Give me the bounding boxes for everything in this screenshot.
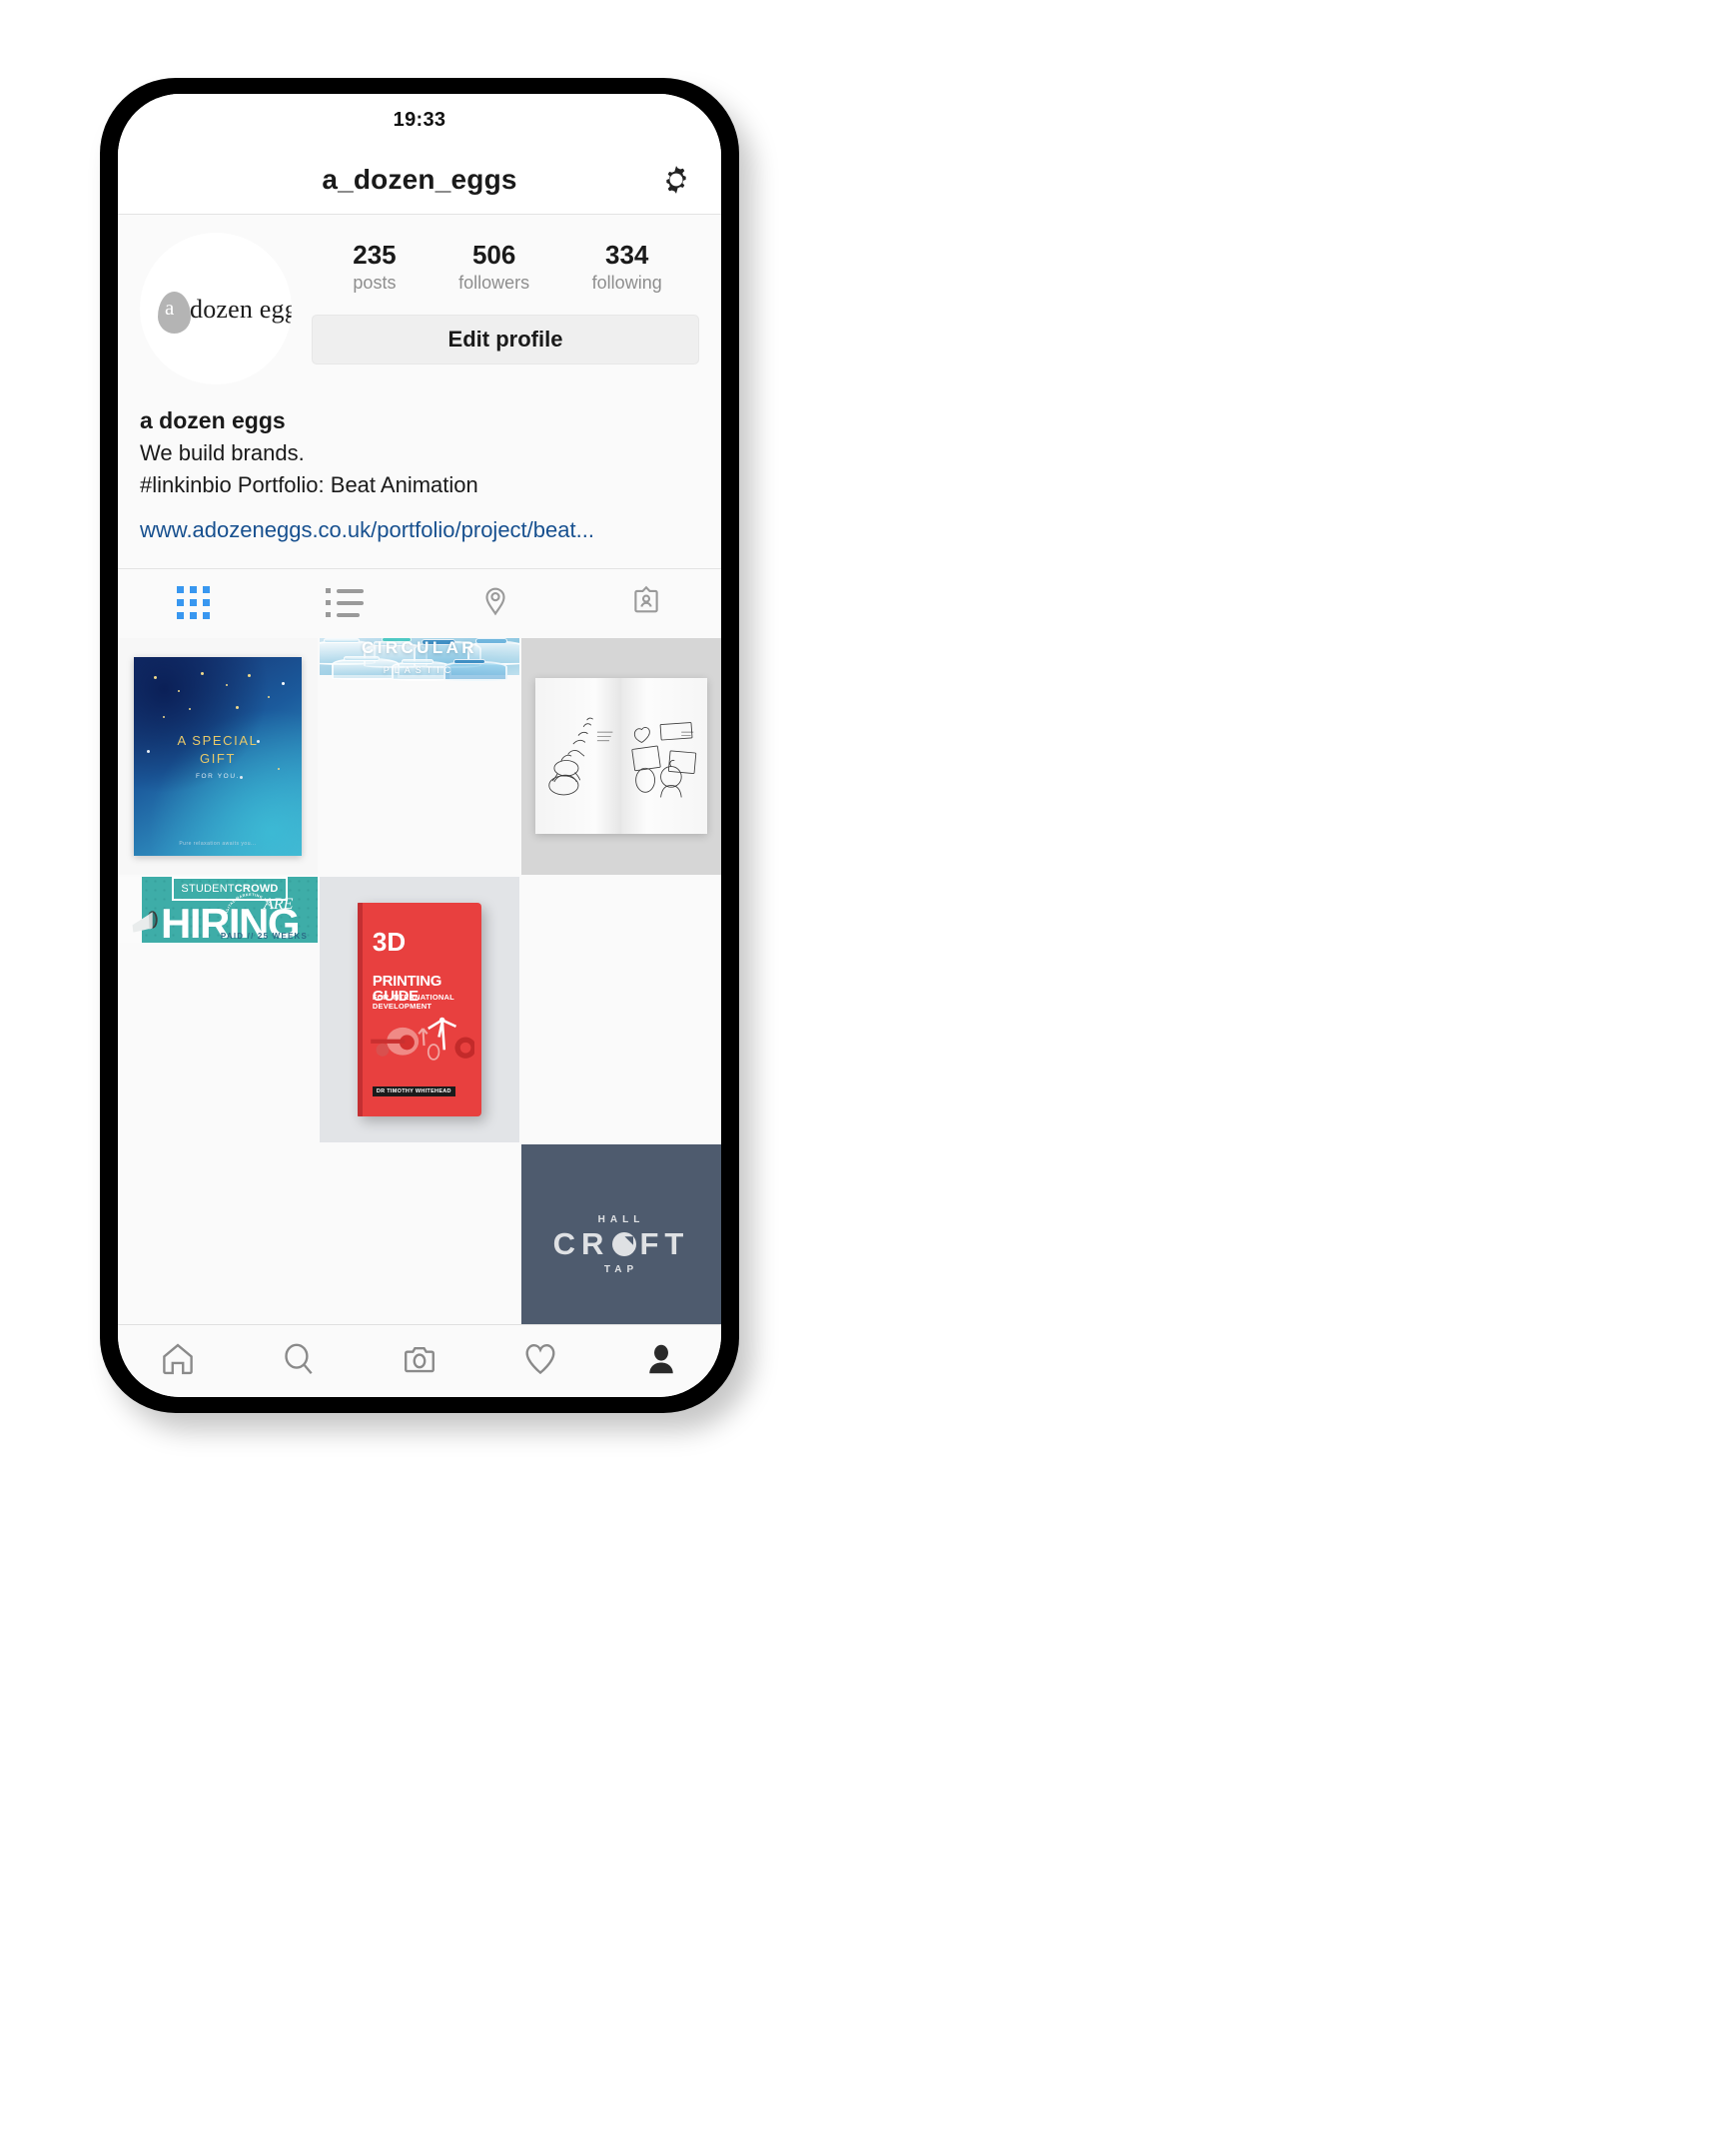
post-title: A SPECIAL (177, 733, 259, 748)
tagged-person-icon (629, 583, 663, 622)
stat-followers-label: followers (458, 272, 530, 293)
grid-post-verdis[interactable]: VERDIS (521, 877, 721, 1143)
post-author: DR TIMOTHY WHITEHEAD (372, 1086, 455, 1097)
stat-posts-label: posts (353, 272, 397, 293)
profile-header: a dozen eggs 235 posts 506 followers (118, 215, 721, 384)
grid-icon (177, 586, 210, 620)
avatar-logo: a dozen eggs (156, 289, 292, 334)
book-cover-illustration (371, 1017, 474, 1061)
status-bar: 19:33 (118, 94, 721, 146)
location-pin-icon (478, 583, 512, 622)
camera-tab[interactable] (360, 1340, 480, 1383)
page-title: a_dozen_eggs (322, 164, 517, 195)
sidebar-item-map[interactable] (420, 583, 570, 622)
status-time: 19:33 (393, 108, 446, 131)
grid-post-special-gift[interactable]: A SPECIAL GIFT FOR YOU. Pure relaxation … (118, 637, 318, 875)
phone-screen: 19:33 a_dozen_eggs a dozen eggs (118, 94, 721, 1397)
gear-icon[interactable] (657, 161, 695, 199)
post-word-are: ARE (264, 895, 294, 913)
post-title-2: CR FT (552, 1225, 690, 1261)
avatar-logo-letter: a (165, 296, 175, 320)
book-spine (358, 903, 363, 1116)
post-footnote: Pure relaxation awaits you... (179, 840, 257, 847)
post-subtitle: TAP (603, 1263, 639, 1275)
stat-followers[interactable]: 506 followers (458, 240, 530, 295)
post-title: HALL (597, 1213, 645, 1225)
egg-shape-icon (158, 292, 191, 334)
post-footnote: PAID // 25 WEEKS (220, 932, 308, 942)
grid-post-merry-christmas[interactable]: Merry Christmas › (118, 1144, 318, 1324)
home-icon (159, 1340, 197, 1383)
camera-icon (401, 1340, 438, 1383)
stat-posts-value: 235 (353, 240, 397, 270)
search-tab[interactable] (239, 1340, 360, 1383)
bio-block: a dozen eggs We build brands. #linkinbio… (118, 384, 721, 546)
grid-post-review-everything[interactable]: REVIEW (320, 1144, 519, 1324)
home-tab[interactable] (118, 1340, 239, 1383)
profile-tab-bar (118, 567, 721, 637)
stat-followers-value: 506 (471, 240, 516, 270)
sidebar-item-list[interactable] (269, 588, 420, 618)
edit-profile-button[interactable]: Edit profile (312, 315, 699, 365)
open-sketchbook-illustration (535, 677, 707, 835)
avatar[interactable]: a dozen eggs (140, 233, 292, 384)
bottom-nav-bar (118, 1324, 721, 1397)
bio-line-1: We build brands. (140, 440, 305, 466)
grid-post-3d-printing-guide[interactable]: 3D PRINTING GUIDE FOR INTERNATIONAL DEVE… (320, 876, 519, 1143)
search-icon (280, 1340, 318, 1383)
stat-following[interactable]: 334 following (591, 240, 662, 295)
stat-following-label: following (591, 272, 662, 293)
stat-posts[interactable]: 235 posts (353, 240, 397, 295)
list-icon (325, 588, 364, 618)
sidebar-item-tagged[interactable] (570, 583, 721, 622)
logo-part-2: CROWD (234, 882, 279, 895)
post-subtitle: PLASTIC (383, 664, 456, 675)
profile-scroll-area[interactable]: a dozen eggs 235 posts 506 followers (118, 215, 721, 1324)
person-icon (642, 1340, 680, 1383)
avatar-logo-word: dozen eggs (190, 295, 292, 324)
post-title: CIRCULAR (362, 637, 477, 657)
heart-icon (521, 1340, 559, 1383)
nav-header: a_dozen_eggs (118, 146, 721, 215)
grid-post-sketchbook[interactable] (521, 637, 721, 875)
photo-grid: A SPECIAL GIFT FOR YOU. Pure relaxation … (118, 637, 721, 1324)
stats-row: 235 posts 506 followers 334 following (308, 240, 699, 295)
bio-link[interactable]: www.adozeneggs.co.uk/portfolio/project/b… (140, 513, 699, 546)
edit-profile-label: Edit profile (447, 327, 563, 353)
post-title-2: GIFT (199, 750, 236, 766)
stat-following-value: 334 (605, 240, 649, 270)
logo-part-1: STUDENT (181, 882, 235, 895)
megaphone-illustration (132, 911, 158, 933)
grid-post-hall-croft-tap[interactable]: HALL CR FT TAP (521, 1144, 721, 1324)
profile-stats-and-actions: 235 posts 506 followers 334 following Ed… (292, 233, 699, 365)
activity-tab[interactable] (479, 1340, 600, 1383)
profile-tab[interactable] (600, 1340, 721, 1383)
grid-post-studentcrowd-hiring[interactable]: DIGITAL MARKETING INTERNS STUDENTCROWD A… (118, 876, 318, 1143)
circle-glyph-icon (612, 1232, 637, 1257)
grid-post-circular-plastic[interactable]: CIRCULAR PLASTIC (320, 637, 519, 875)
sidebar-item-grid[interactable] (118, 586, 269, 620)
phone-frame: 19:33 a_dozen_eggs a dozen eggs (100, 78, 739, 1413)
post-title: 3D (372, 926, 407, 957)
bio-display-name: a dozen eggs (140, 407, 286, 433)
post-subtitle: FOR YOU. (195, 773, 241, 781)
bio-line-2: #linkinbio Portfolio: Beat Animation (140, 472, 478, 498)
